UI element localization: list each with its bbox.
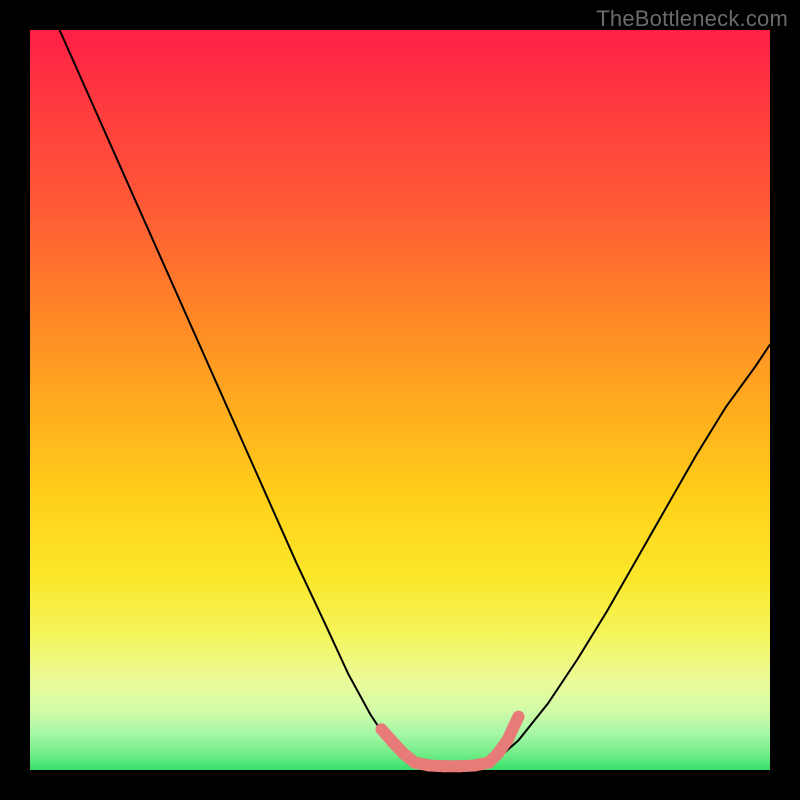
bottleneck-curve [60,30,770,768]
watermark-text: TheBottleneck.com [596,6,788,32]
marker-group [373,709,526,773]
chart-svg [30,30,770,770]
curve-group [60,30,770,768]
chart-frame: TheBottleneck.com [0,0,800,800]
trough-marker [512,711,524,723]
plot-area [30,30,770,770]
